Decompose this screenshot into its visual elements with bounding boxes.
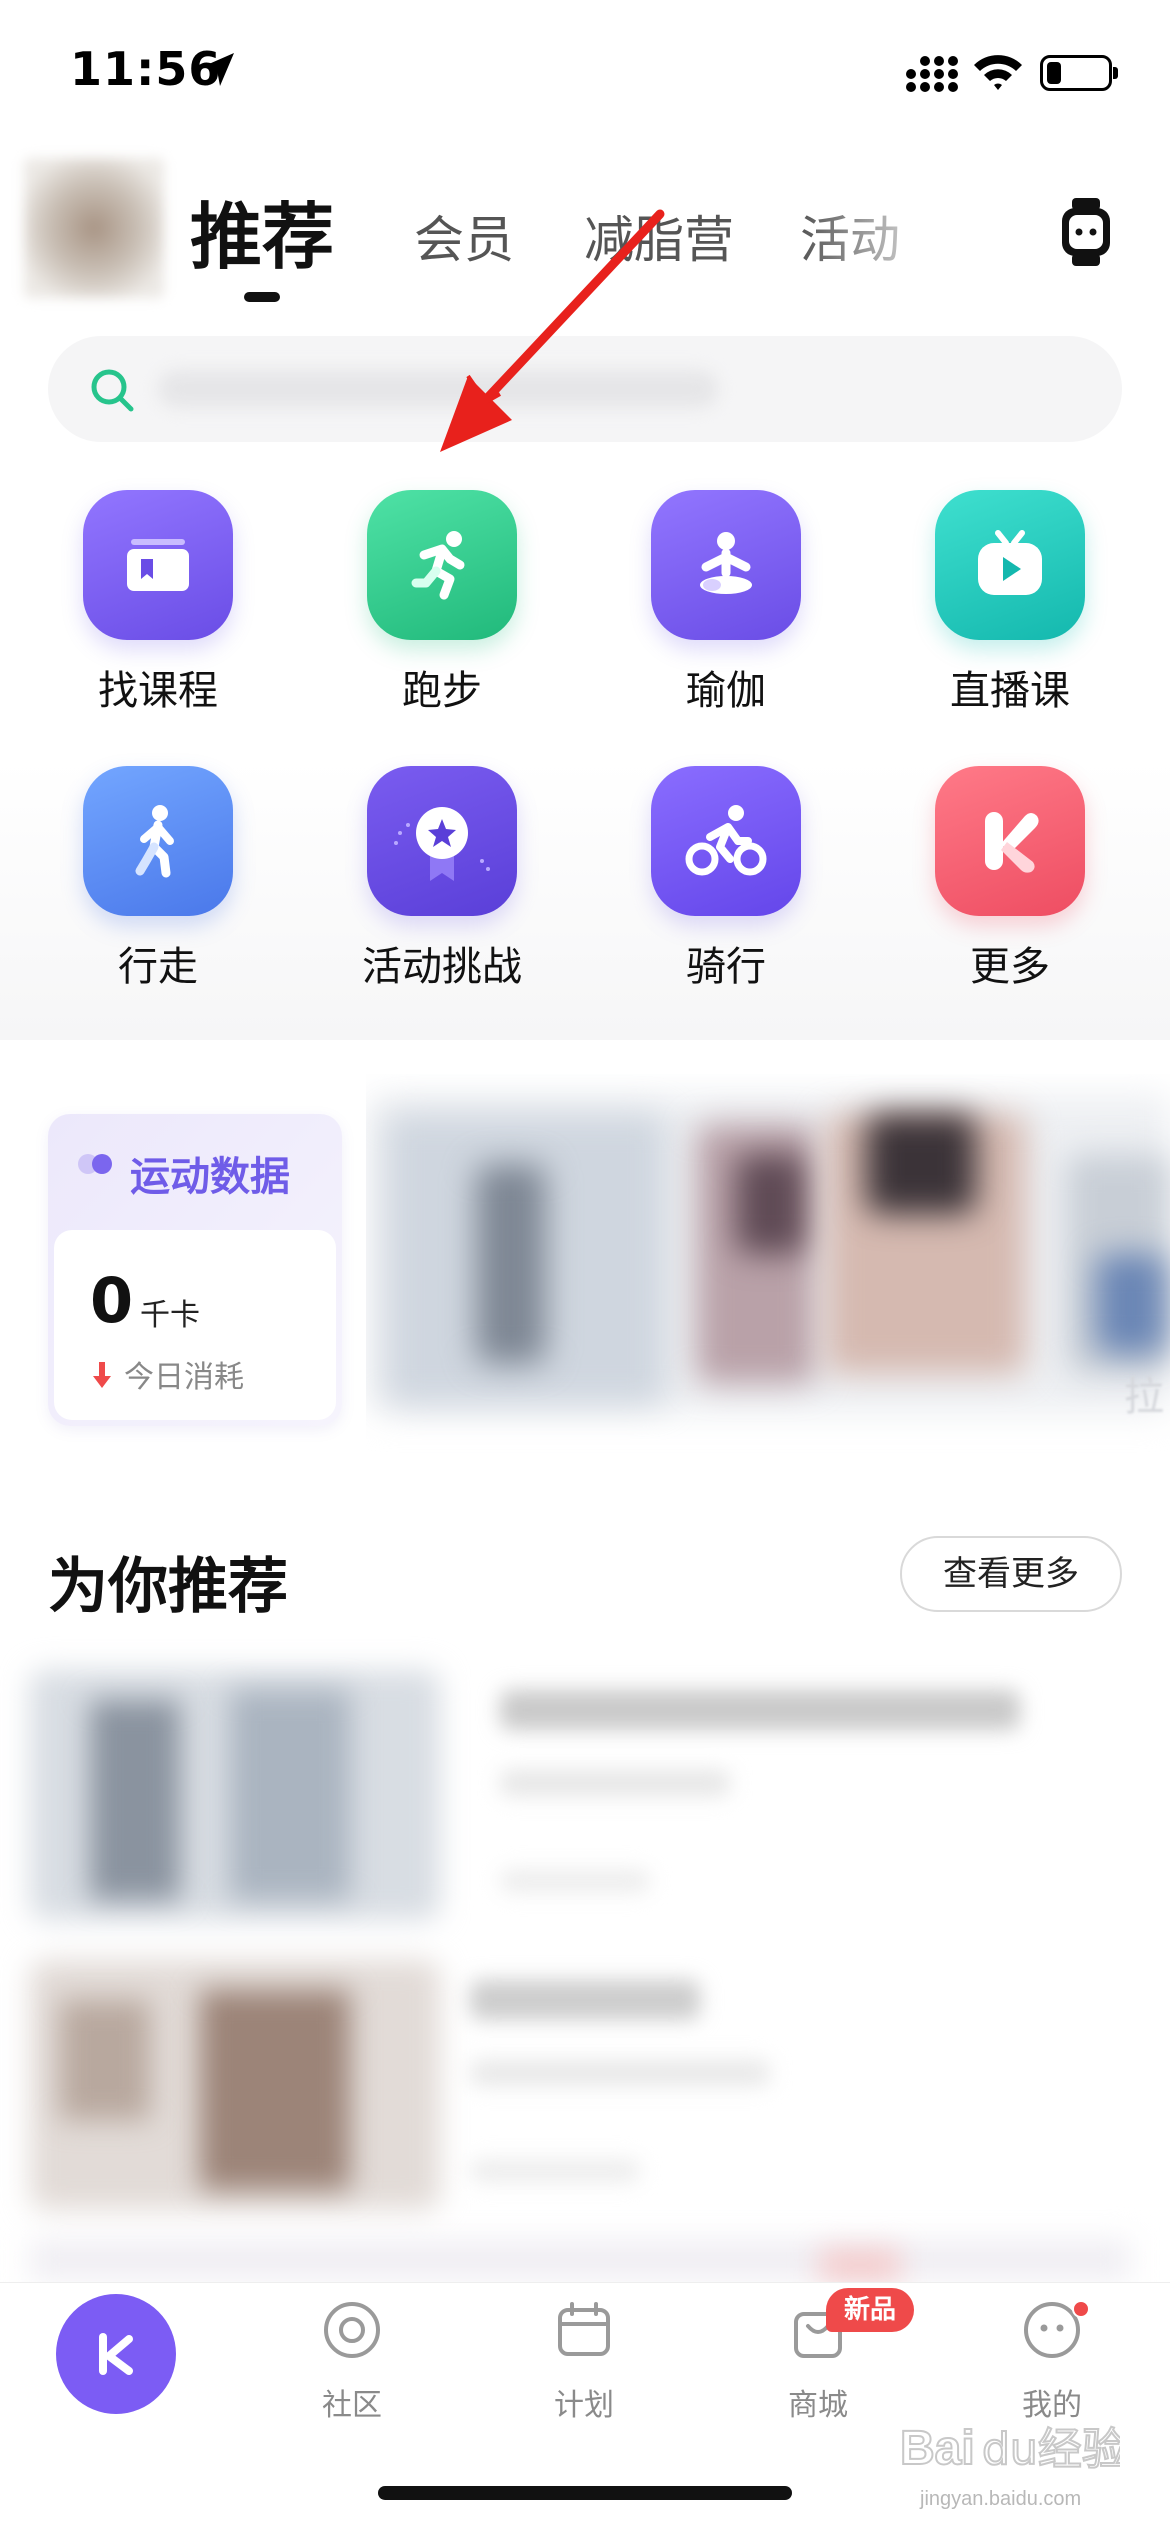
- recommend-title: 为你推荐: [48, 1552, 288, 1622]
- calorie-subtitle: 今日消耗: [124, 1360, 244, 1395]
- search-placeholder-blurred: [158, 370, 718, 408]
- sport-data-title: 运动数据: [130, 1154, 290, 1200]
- grid-item-find-course[interactable]: 找课程: [58, 490, 258, 730]
- battery-icon: [1040, 55, 1118, 91]
- grid-item-walking[interactable]: 行走: [58, 766, 258, 1006]
- grid-label: 直播课: [950, 668, 1070, 714]
- grid-label: 跑步: [402, 668, 482, 714]
- tab-label: 商城: [788, 2388, 848, 2423]
- status-bar: 11:56: [0, 0, 1170, 150]
- tab-community[interactable]: 社区: [272, 2300, 432, 2423]
- svg-text:du经验: du经验: [982, 2424, 1120, 2475]
- running-icon: [411, 531, 465, 600]
- live-tv-icon: [978, 530, 1042, 595]
- grid-item-more[interactable]: 更多: [910, 766, 1110, 1006]
- tab-fat-loss-camp[interactable]: 减脂营: [584, 200, 734, 272]
- grid-label: 行走: [118, 944, 198, 990]
- tab-recommend[interactable]: 推荐: [190, 178, 334, 283]
- banner-overlay-text: 拉: [1124, 1374, 1164, 1420]
- toggle-dots-icon: [78, 1154, 112, 1174]
- course-book-icon: [127, 539, 189, 591]
- grid-item-challenge[interactable]: 活动挑战: [342, 766, 542, 1006]
- active-tab-indicator: [244, 292, 280, 302]
- grid-item-live-course[interactable]: 直播课: [910, 490, 1110, 730]
- promo-banner-carousel[interactable]: 拉: [366, 1074, 1170, 1474]
- grid-label: 瑜伽: [686, 668, 766, 714]
- see-more-button[interactable]: 查看更多: [900, 1536, 1122, 1612]
- calorie-unit: 千卡: [140, 1298, 200, 1333]
- grid-item-running[interactable]: 跑步: [342, 490, 542, 730]
- calorie-value: 0: [90, 1264, 134, 1337]
- cellular-signal-icon: [906, 56, 958, 92]
- tab-label: 社区: [322, 2388, 382, 2423]
- wifi-icon: [974, 55, 1022, 90]
- home-indicator: [378, 2486, 792, 2500]
- grid-label: 骑行: [686, 944, 766, 990]
- search-bar[interactable]: [48, 336, 1122, 442]
- new-product-badge: 新品: [826, 2288, 915, 2332]
- arrow-down-icon: [93, 1362, 111, 1388]
- grid-item-yoga[interactable]: 瑜伽: [626, 490, 826, 730]
- sport-data-card[interactable]: 运动数据 0 千卡 今日消耗: [48, 1114, 342, 1426]
- keep-k-icon: [985, 812, 1039, 873]
- tab-label: 计划: [554, 2388, 614, 2423]
- grid-label: 活动挑战: [362, 944, 522, 990]
- recommend-title-blurred[interactable]: [500, 1690, 1020, 1730]
- grid-item-cycling[interactable]: 骑行: [626, 766, 826, 1006]
- yoga-icon: [700, 532, 752, 594]
- tab-plan[interactable]: 计划: [504, 2300, 664, 2423]
- cycling-icon: [685, 805, 767, 876]
- tab-member[interactable]: 会员: [414, 200, 514, 272]
- community-icon: [324, 2302, 380, 2358]
- grid-label: 更多: [970, 944, 1050, 990]
- tab-home-keep[interactable]: [56, 2294, 176, 2414]
- grid-label: 找课程: [98, 668, 218, 714]
- challenge-medal-icon: [394, 807, 490, 881]
- recommend-title-blurred[interactable]: [470, 1980, 700, 2020]
- search-icon: [91, 369, 134, 412]
- tab-mine[interactable]: 我的: [972, 2300, 1132, 2423]
- baidu-jingyan-watermark: Bai du经验: [900, 2421, 1120, 2476]
- keep-k-icon: [99, 2333, 133, 2375]
- svg-text:Bai: Bai: [900, 2422, 975, 2475]
- avatar[interactable]: [24, 158, 164, 298]
- smartwatch-icon[interactable]: [1058, 196, 1114, 268]
- calendar-icon: [558, 2302, 610, 2356]
- walking-icon: [135, 805, 174, 878]
- notification-dot: [1072, 2300, 1090, 2318]
- watermark-url: jingyan.baidu.com: [920, 2488, 1082, 2510]
- location-arrow-icon: [202, 53, 234, 86]
